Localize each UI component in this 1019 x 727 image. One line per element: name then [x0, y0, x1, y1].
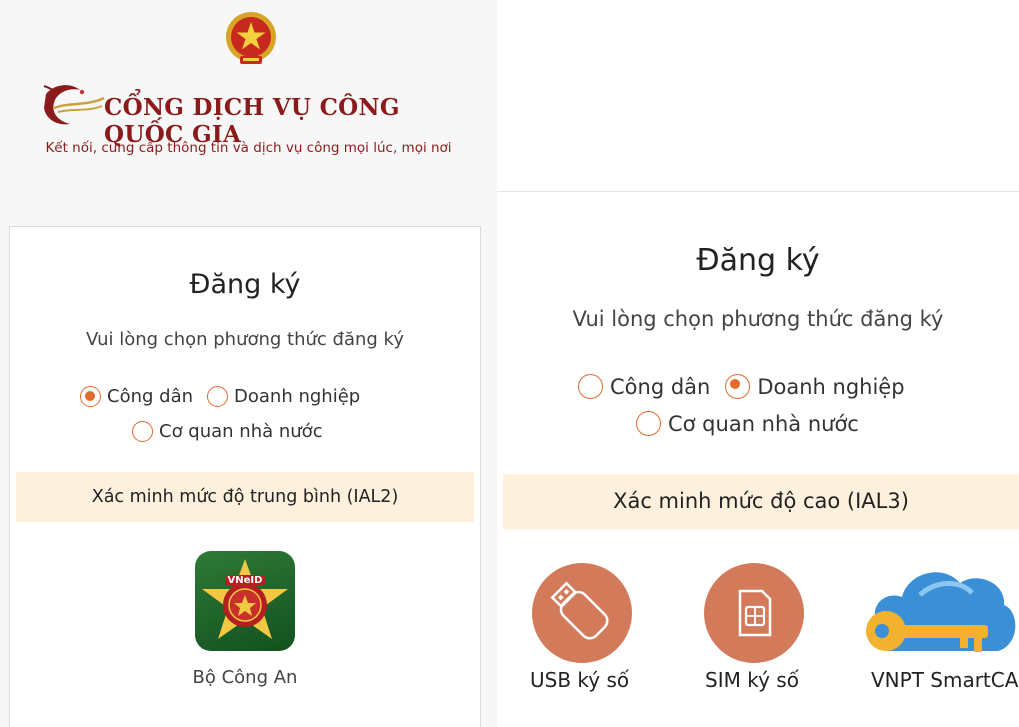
provider-label-sim[interactable]: SIM ký số	[705, 668, 799, 692]
header-divider	[497, 191, 1019, 192]
account-type-row-1-right: Công dân Doanh nghiệp	[578, 374, 913, 399]
sim-card-icon	[738, 589, 772, 637]
register-subtitle: Vui lòng chọn phương thức đăng ký	[86, 329, 404, 350]
vneid-app-icon[interactable]: VNeID	[195, 551, 295, 651]
radio-cong-dan-right[interactable]	[578, 374, 603, 399]
verification-level-banner-right: Xác minh mức độ cao (IAL3)	[503, 474, 1019, 529]
provider-label-bo-cong-an[interactable]: Bộ Công An	[10, 667, 480, 688]
account-type-row-2-right: Cơ quan nhà nước	[636, 411, 867, 436]
radio-label-doanh-nghiep[interactable]: Doanh nghiệp	[234, 386, 360, 407]
verification-level-banner: Xác minh mức độ trung bình (IAL2)	[16, 472, 474, 522]
radio-co-quan-nha-nuoc-right[interactable]	[636, 411, 661, 436]
vneid-emblem-icon	[202, 559, 288, 639]
provider-usb-button[interactable]	[532, 563, 632, 663]
radio-label-co-quan-nha-nuoc[interactable]: Cơ quan nhà nước	[159, 421, 323, 442]
radio-label-cong-dan-right[interactable]: Công dân	[610, 375, 710, 399]
account-type-row-2: Cơ quan nhà nước	[132, 421, 331, 442]
provider-label-usb[interactable]: USB ký số	[530, 668, 629, 692]
radio-label-doanh-nghiep-right[interactable]: Doanh nghiệp	[757, 375, 904, 399]
usb-token-icon	[550, 581, 609, 640]
radio-label-co-quan-nha-nuoc-right[interactable]: Cơ quan nhà nước	[668, 412, 859, 436]
provider-label-vnpt-smartca[interactable]: VNPT SmartCA	[871, 668, 1018, 692]
radio-doanh-nghiep-right[interactable]	[725, 374, 751, 399]
vneid-badge-text: VNeID	[225, 575, 265, 586]
register-card-left: Đăng ký Vui lòng chọn phương thức đăng k…	[9, 226, 481, 727]
portal-brand[interactable]: CỔNG DỊCH VỤ CÔNG QUỐC GIA	[40, 80, 480, 148]
radio-co-quan-nha-nuoc[interactable]	[132, 421, 153, 442]
provider-sim-button[interactable]	[704, 563, 804, 663]
radio-cong-dan[interactable]	[80, 386, 101, 407]
account-type-row-1: Công dân Doanh nghiệp	[80, 386, 368, 407]
portal-tagline: Kết nối, cung cấp thông tin và dịch vụ c…	[45, 140, 452, 156]
cloud-key-icon[interactable]	[860, 555, 1019, 670]
radio-label-cong-dan[interactable]: Công dân	[107, 386, 193, 407]
register-title: Đăng ký	[189, 269, 301, 300]
radio-doanh-nghiep[interactable]	[207, 386, 229, 407]
register-title-right: Đăng ký	[696, 243, 820, 278]
national-emblem-icon	[226, 12, 276, 64]
register-subtitle-right: Vui lòng chọn phương thức đăng ký	[572, 307, 944, 331]
crane-logo-icon	[43, 85, 105, 125]
